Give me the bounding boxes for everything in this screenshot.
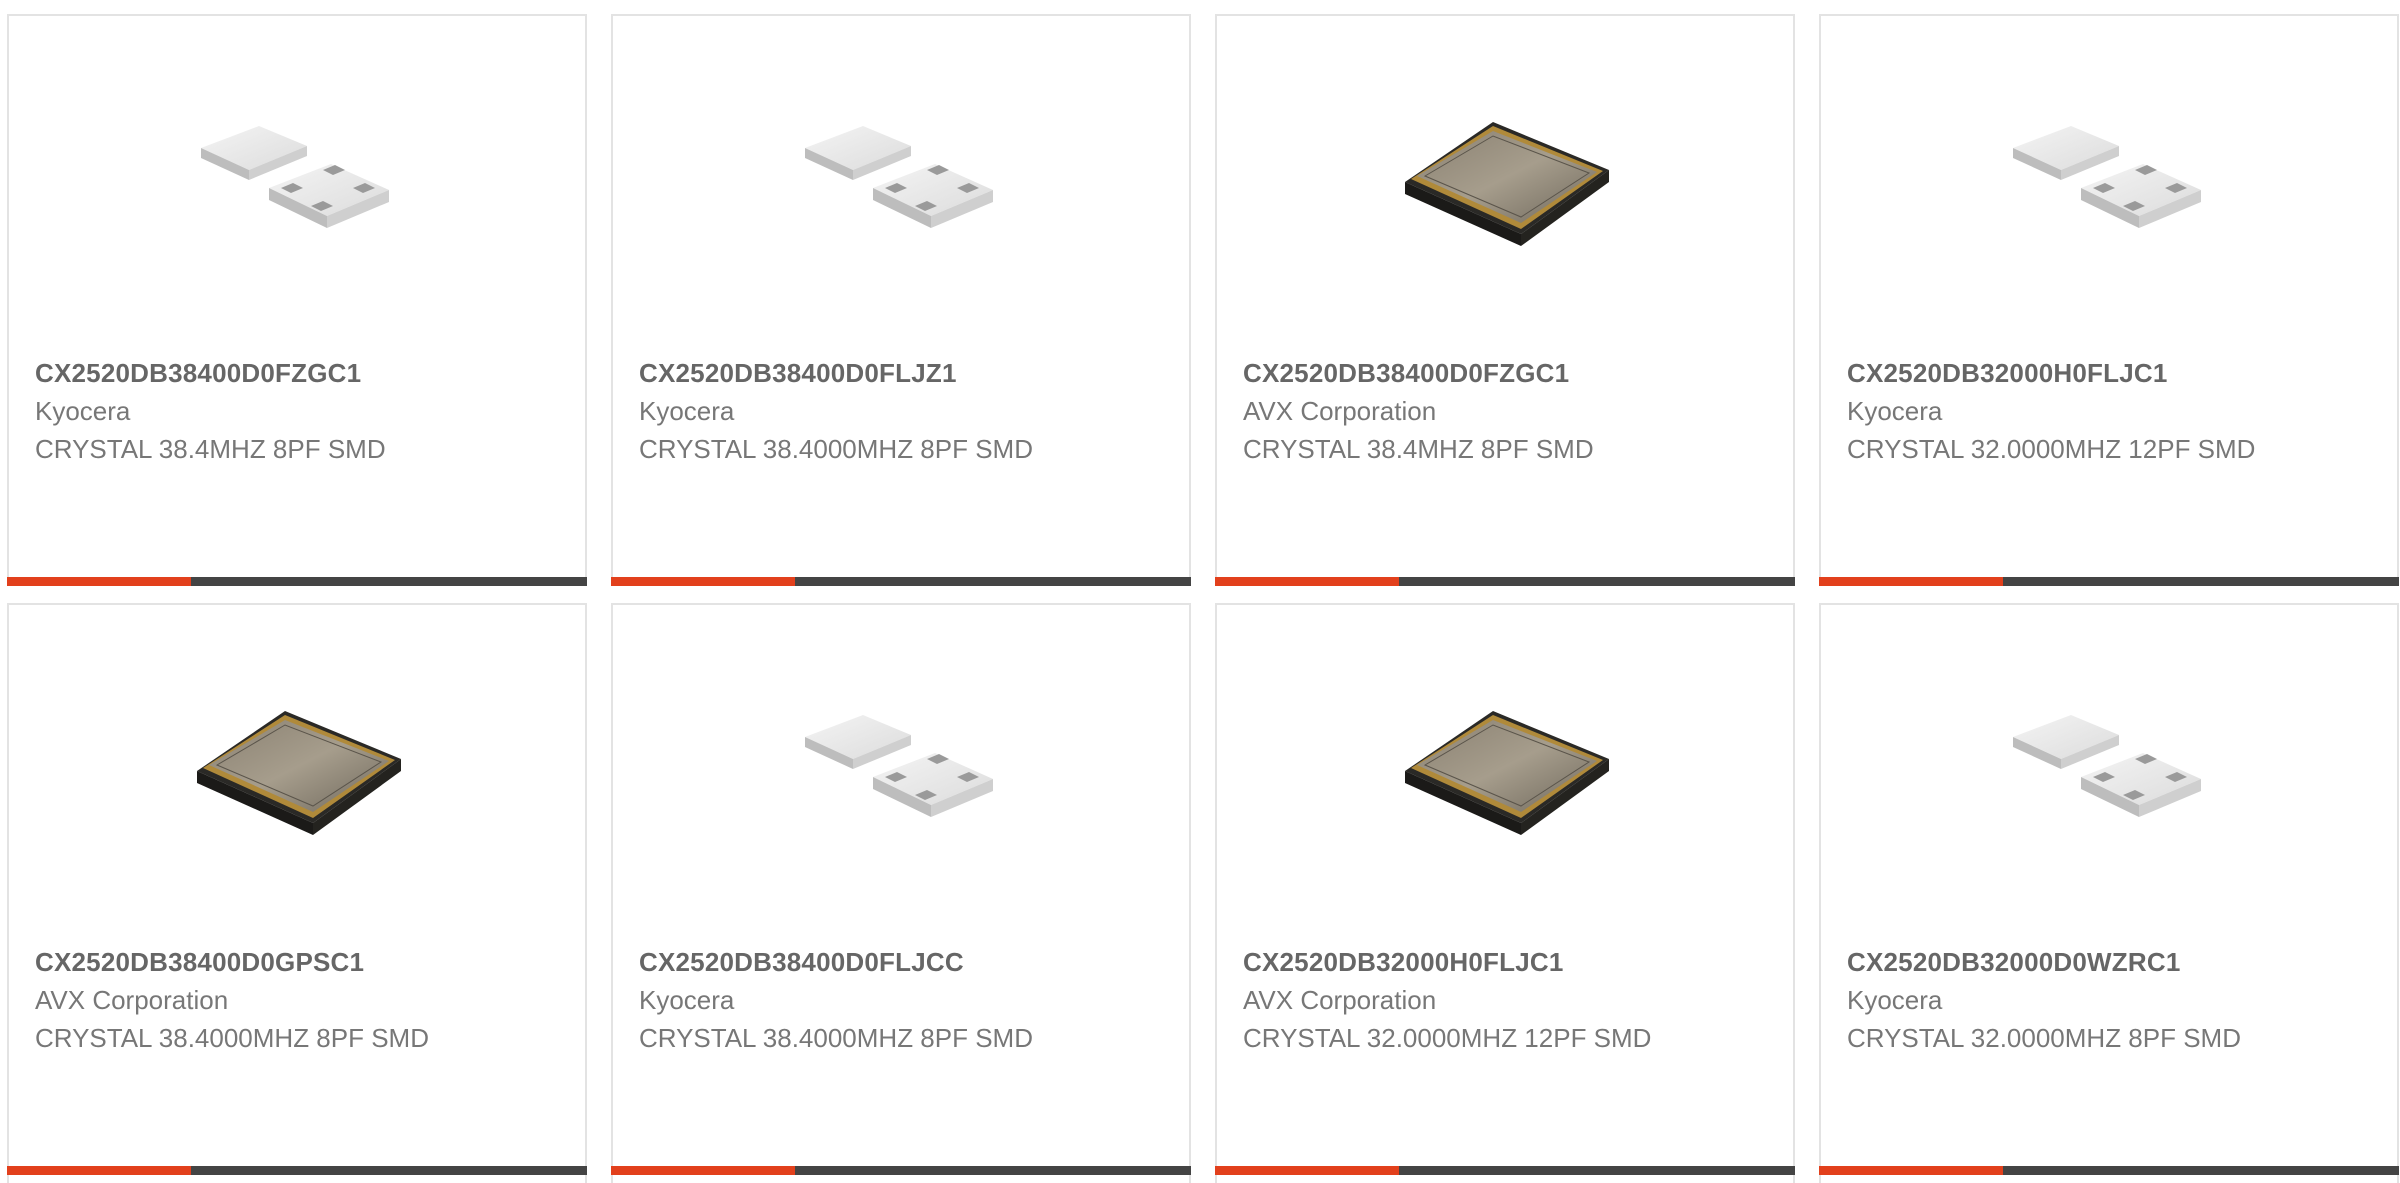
bar-dark-segment bbox=[2003, 1166, 2399, 1175]
bar-accent-segment bbox=[611, 577, 795, 586]
manufacturer: Kyocera bbox=[1847, 985, 1943, 1015]
card-accent-bar bbox=[611, 1166, 1191, 1175]
white-package-crystal-image[interactable] bbox=[793, 673, 1013, 873]
description: CRYSTAL 32.0000MHZ 12PF SMD bbox=[1847, 434, 2256, 464]
manufacturer: AVX Corporation bbox=[1243, 396, 1437, 426]
product-card[interactable]: CX2520DB32000D0WZRC1 Kyocera CRYSTAL 32.… bbox=[1819, 603, 2399, 1183]
part-number[interactable]: CX2520DB38400D0FZGC1 bbox=[35, 358, 361, 389]
part-number[interactable]: CX2520DB32000H0FLJC1 bbox=[1847, 358, 2168, 389]
bar-accent-segment bbox=[1819, 577, 2003, 586]
manufacturer: Kyocera bbox=[639, 396, 735, 426]
white-package-crystal-image[interactable] bbox=[2001, 84, 2221, 284]
bar-accent-segment bbox=[1215, 1166, 1399, 1175]
part-number[interactable]: CX2520DB38400D0FLJCC bbox=[639, 947, 964, 978]
metal-can-crystal-image[interactable] bbox=[1397, 84, 1617, 284]
bar-dark-segment bbox=[1399, 1166, 1795, 1175]
metal-can-crystal-image[interactable] bbox=[1397, 673, 1617, 873]
manufacturer: AVX Corporation bbox=[35, 985, 229, 1015]
manufacturer: Kyocera bbox=[1847, 396, 1943, 426]
description: CRYSTAL 38.4000MHZ 8PF SMD bbox=[35, 1023, 429, 1053]
product-card[interactable]: CX2520DB38400D0GPSC1 AVX Corporation CRY… bbox=[7, 603, 587, 1183]
part-number[interactable]: CX2520DB32000D0WZRC1 bbox=[1847, 947, 2180, 978]
product-card[interactable]: CX2520DB32000H0FLJC1 AVX Corporation CRY… bbox=[1215, 603, 1795, 1183]
description: CRYSTAL 38.4000MHZ 8PF SMD bbox=[639, 1023, 1033, 1053]
product-card[interactable]: CX2520DB38400D0FZGC1 AVX Corporation CRY… bbox=[1215, 14, 1795, 586]
bar-accent-segment bbox=[611, 1166, 795, 1175]
bar-dark-segment bbox=[795, 1166, 1191, 1175]
white-package-crystal-image[interactable] bbox=[793, 84, 1013, 284]
bar-dark-segment bbox=[1399, 577, 1795, 586]
part-number[interactable]: CX2520DB38400D0GPSC1 bbox=[35, 947, 364, 978]
bar-accent-segment bbox=[1215, 577, 1399, 586]
bar-accent-segment bbox=[1819, 1166, 2003, 1175]
card-accent-bar bbox=[1215, 577, 1795, 586]
bar-accent-segment bbox=[7, 577, 191, 586]
description: CRYSTAL 38.4000MHZ 8PF SMD bbox=[639, 434, 1033, 464]
bar-dark-segment bbox=[191, 1166, 587, 1175]
card-accent-bar bbox=[7, 577, 587, 586]
bar-dark-segment bbox=[2003, 577, 2399, 586]
part-number[interactable]: CX2520DB38400D0FZGC1 bbox=[1243, 358, 1569, 389]
product-grid: CX2520DB38400D0FZGC1 Kyocera CRYSTAL 38.… bbox=[0, 0, 2400, 1183]
bar-dark-segment bbox=[795, 577, 1191, 586]
white-package-crystal-image[interactable] bbox=[2001, 673, 2221, 873]
bar-accent-segment bbox=[7, 1166, 191, 1175]
part-number[interactable]: CX2520DB32000H0FLJC1 bbox=[1243, 947, 1564, 978]
product-card[interactable]: CX2520DB32000H0FLJC1 Kyocera CRYSTAL 32.… bbox=[1819, 14, 2399, 586]
metal-can-crystal-image[interactable] bbox=[189, 673, 409, 873]
description: CRYSTAL 32.0000MHZ 8PF SMD bbox=[1847, 1023, 2241, 1053]
product-card[interactable]: CX2520DB38400D0FZGC1 Kyocera CRYSTAL 38.… bbox=[7, 14, 587, 586]
part-number[interactable]: CX2520DB38400D0FLJZ1 bbox=[639, 358, 957, 389]
card-accent-bar bbox=[7, 1166, 587, 1175]
manufacturer: Kyocera bbox=[639, 985, 735, 1015]
card-accent-bar bbox=[611, 577, 1191, 586]
card-accent-bar bbox=[1819, 577, 2399, 586]
description: CRYSTAL 38.4MHZ 8PF SMD bbox=[1243, 434, 1594, 464]
white-package-crystal-image[interactable] bbox=[189, 84, 409, 284]
card-accent-bar bbox=[1819, 1166, 2399, 1175]
description: CRYSTAL 38.4MHZ 8PF SMD bbox=[35, 434, 386, 464]
description: CRYSTAL 32.0000MHZ 12PF SMD bbox=[1243, 1023, 1652, 1053]
card-accent-bar bbox=[1215, 1166, 1795, 1175]
product-card[interactable]: CX2520DB38400D0FLJCC Kyocera CRYSTAL 38.… bbox=[611, 603, 1191, 1183]
bar-dark-segment bbox=[191, 577, 587, 586]
product-card[interactable]: CX2520DB38400D0FLJZ1 Kyocera CRYSTAL 38.… bbox=[611, 14, 1191, 586]
manufacturer: Kyocera bbox=[35, 396, 131, 426]
manufacturer: AVX Corporation bbox=[1243, 985, 1437, 1015]
